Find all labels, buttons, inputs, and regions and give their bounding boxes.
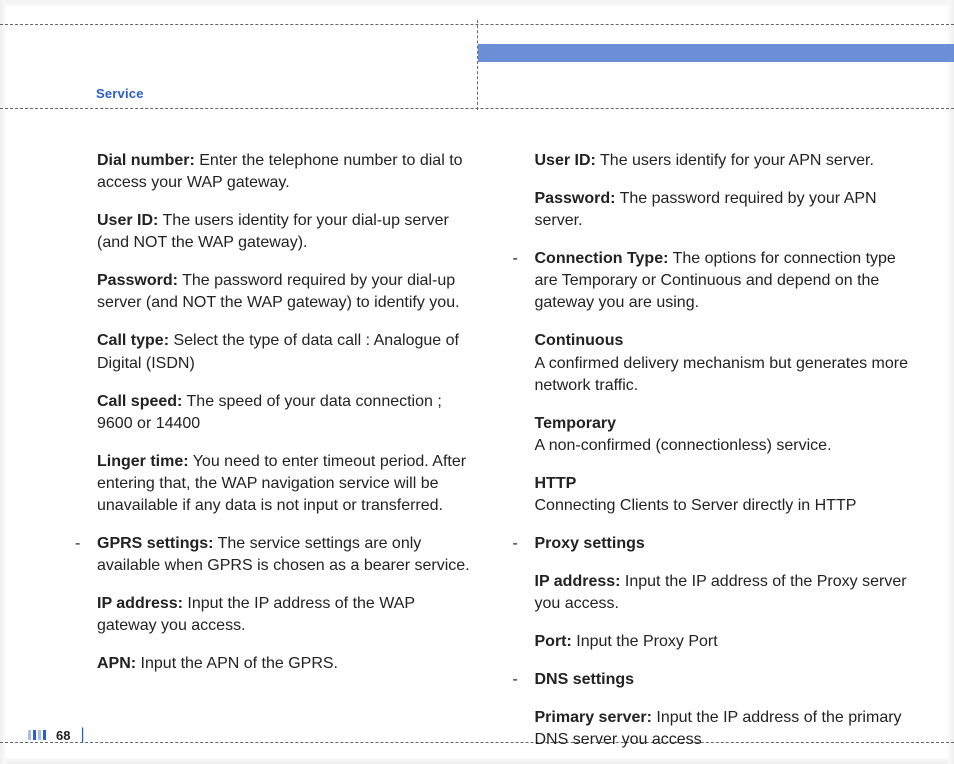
- footer-divider-icon: |: [80, 726, 84, 744]
- item-r-password: Password: The password required by your …: [513, 188, 915, 232]
- label-apn: APN:: [97, 655, 136, 672]
- label-ip-address: IP address:: [97, 595, 183, 612]
- item-linger-time: Linger time: You need to enter timeout p…: [75, 451, 477, 517]
- item-proxy-port: Port: Input the Proxy Port: [513, 631, 915, 653]
- label-gprs-settings: GPRS settings:: [97, 535, 213, 552]
- item-dial-number: Dial number: Enter the telephone number …: [75, 150, 477, 194]
- item-proxy-ip: IP address: Input the IP address of the …: [513, 571, 915, 615]
- label-r-password: Password:: [535, 190, 616, 207]
- label-password: Password:: [97, 272, 178, 289]
- label-proxy-ip: IP address:: [535, 573, 621, 590]
- label-call-type: Call type:: [97, 332, 169, 349]
- label-proxy-settings: Proxy settings: [535, 535, 645, 552]
- item-ip-address: IP address: Input the IP address of the …: [75, 593, 477, 637]
- item-password: Password: The password required by your …: [75, 270, 477, 314]
- label-call-speed: Call speed:: [97, 393, 182, 410]
- item-http: HTTP Connecting Clients to Server direct…: [513, 473, 915, 517]
- item-gprs-settings: - GPRS settings: The service settings ar…: [75, 533, 477, 577]
- text-apn: Input the APN of the GPRS.: [136, 655, 338, 672]
- item-r-user-id: User ID: The users identify for your APN…: [513, 150, 915, 172]
- crop-mark-vertical: [477, 20, 478, 110]
- text-proxy-port: Input the Proxy Port: [572, 633, 718, 650]
- label-dns-settings: DNS settings: [535, 671, 635, 688]
- label-temporary: Temporary: [535, 415, 617, 432]
- label-connection-type: Connection Type:: [535, 250, 669, 267]
- text-r-user-id: The users identify for your APN server.: [596, 152, 874, 169]
- label-dial-number: Dial number:: [97, 152, 195, 169]
- item-temporary: Temporary A non-confirmed (connectionles…: [513, 413, 915, 457]
- item-call-speed: Call speed: The speed of your data conne…: [75, 391, 477, 435]
- text-temporary: A non-confirmed (connectionless) service…: [535, 437, 832, 454]
- item-continuous: Continuous A confirmed delivery mechanis…: [513, 330, 915, 396]
- item-user-id: User ID: The users identity for your dia…: [75, 210, 477, 254]
- label-r-user-id: User ID:: [535, 152, 596, 169]
- label-http: HTTP: [535, 475, 577, 492]
- left-column: Dial number: Enter the telephone number …: [75, 150, 477, 714]
- right-column: User ID: The users identify for your APN…: [513, 150, 915, 714]
- item-connection-type: - Connection Type: The options for conne…: [513, 248, 915, 314]
- section-label: Service: [96, 86, 144, 101]
- page-number: 68: [56, 728, 70, 743]
- item-dns-settings: - DNS settings: [513, 669, 915, 691]
- text-continuous: A confirmed delivery mechanism but gener…: [535, 355, 909, 394]
- label-user-id: User ID:: [97, 212, 158, 229]
- label-dns-primary: Primary server:: [535, 709, 652, 726]
- item-proxy-settings: - Proxy settings: [513, 533, 915, 555]
- label-continuous: Continuous: [535, 332, 624, 349]
- page-footer: 68 |: [28, 726, 85, 744]
- header-blue-bar: [478, 44, 954, 62]
- item-dns-primary: Primary server: Input the IP address of …: [513, 707, 915, 751]
- footer-ticks-icon: [28, 730, 46, 740]
- text-http: Connecting Clients to Server directly in…: [535, 497, 857, 514]
- content-columns: Dial number: Enter the telephone number …: [75, 150, 914, 714]
- label-linger-time: Linger time:: [97, 453, 189, 470]
- item-apn: APN: Input the APN of the GPRS.: [75, 653, 477, 675]
- item-call-type: Call type: Select the type of data call …: [75, 330, 477, 374]
- label-proxy-port: Port:: [535, 633, 572, 650]
